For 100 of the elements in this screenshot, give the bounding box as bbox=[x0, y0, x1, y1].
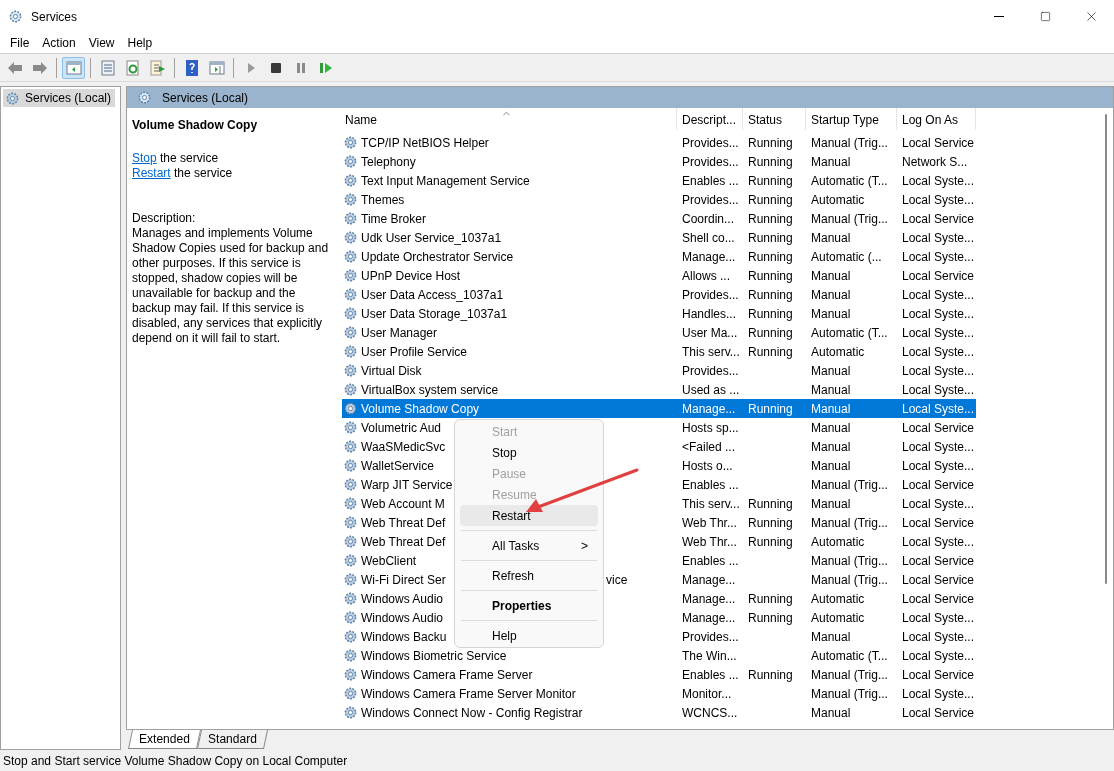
menu-item[interactable]: View bbox=[82, 33, 121, 53]
table-cell-text: Local Syste... bbox=[901, 305, 976, 323]
table-cell-text: Local Service bbox=[901, 210, 976, 228]
gear-icon bbox=[343, 154, 358, 169]
table-cell-text: Running bbox=[747, 495, 794, 513]
table-cell-text: Automatic bbox=[810, 191, 866, 209]
table-cell-text: Shell co... bbox=[681, 229, 736, 247]
service-name: Windows Camera Frame Server Monitor bbox=[361, 685, 576, 703]
table-cell-text: Allows ... bbox=[681, 267, 731, 285]
status-text: Stop and Start service Volume Shadow Copy on Local Computer bbox=[3, 752, 348, 770]
table-cell-text: Manage... bbox=[681, 248, 737, 266]
service-row[interactable]: Volume Shadow Copy Manage... Running Manual Local Syste... bbox=[342, 399, 976, 418]
column-header[interactable]: Status bbox=[743, 108, 806, 130]
table-cell-text: Web Thr... bbox=[681, 533, 738, 551]
menu-item[interactable]: Restart bbox=[460, 505, 598, 526]
service-name: Volumetric Aud bbox=[361, 419, 442, 437]
table-cell-text: Local Service bbox=[901, 134, 976, 152]
gear-icon bbox=[343, 420, 358, 435]
table-cell-text: Local Syste... bbox=[901, 400, 976, 418]
gear-icon bbox=[343, 135, 358, 150]
table-cell-text: Local Syste... bbox=[901, 324, 976, 342]
table-cell-text: Manual bbox=[810, 628, 852, 646]
gear-icon bbox=[343, 477, 358, 492]
table-cell-text: Running bbox=[747, 267, 794, 285]
column-header[interactable]: Descript... bbox=[677, 108, 743, 130]
menu-item[interactable]: Refresh bbox=[460, 565, 598, 586]
scrollbar[interactable] bbox=[1105, 114, 1107, 584]
gear-icon bbox=[343, 515, 358, 530]
table-cell-text: Manage... bbox=[681, 571, 737, 589]
service-name: Web Threat Def bbox=[361, 533, 446, 551]
gear-icon bbox=[343, 496, 358, 511]
menu-item[interactable]: Help bbox=[121, 33, 159, 53]
column-header[interactable]: Name bbox=[340, 108, 677, 130]
table-cell-text: Provides... bbox=[681, 191, 740, 209]
table-cell-text: Local Syste... bbox=[901, 172, 976, 190]
table-cell-text: Local Service bbox=[901, 267, 976, 285]
table-cell-text: Running bbox=[747, 305, 794, 323]
gear-icon bbox=[343, 268, 358, 283]
gear-icon bbox=[343, 439, 358, 454]
gear-icon bbox=[343, 591, 358, 606]
service-name: Web Account M bbox=[361, 495, 445, 513]
table-cell-text: Coordin... bbox=[681, 210, 736, 228]
view-tab[interactable]: Extended bbox=[128, 730, 201, 749]
table-cell-text: Automatic bbox=[810, 609, 866, 627]
gear-icon bbox=[343, 610, 358, 625]
gear-icon bbox=[343, 192, 358, 207]
table-cell-text: WCNCS... bbox=[681, 704, 739, 722]
table-cell-text: Local Service bbox=[901, 666, 976, 684]
table-cell-text: Enables ... bbox=[681, 666, 740, 684]
menu-item[interactable]: File bbox=[4, 33, 36, 53]
table-cell-text: Running bbox=[747, 609, 794, 627]
table-cell-text: Manual (Trig... bbox=[810, 134, 889, 152]
column-header[interactable]: Log On As bbox=[897, 108, 976, 130]
table-cell-text: Manual bbox=[810, 438, 852, 456]
table-cell-text: Local Syste... bbox=[901, 286, 976, 304]
table-cell-text: Local Service bbox=[901, 419, 976, 437]
action-link[interactable]: Stop bbox=[132, 151, 157, 165]
table-cell-text: Provides... bbox=[681, 134, 740, 152]
table-cell-text: The Win... bbox=[681, 647, 738, 665]
menu-item[interactable]: Properties bbox=[460, 595, 598, 616]
table-cell-text: User Ma... bbox=[681, 324, 739, 342]
menu-item[interactable]: Stop bbox=[460, 442, 598, 463]
help-icon bbox=[183, 59, 200, 76]
table-cell-text: Local Syste... bbox=[901, 457, 976, 475]
table-cell-text: Network S... bbox=[901, 153, 969, 171]
menu-item[interactable]: All Tasks > bbox=[460, 535, 598, 556]
menu-item[interactable]: Action bbox=[36, 33, 82, 53]
table-cell-text: Manage... bbox=[681, 590, 737, 608]
table-cell-text: Local Syste... bbox=[901, 609, 976, 627]
table-cell-text: Running bbox=[747, 400, 794, 418]
table-cell-text: Local Syste... bbox=[901, 362, 976, 380]
action-link[interactable]: Restart bbox=[132, 166, 171, 180]
gear-icon bbox=[343, 344, 358, 359]
table-cell-text: Enables ... bbox=[681, 172, 740, 190]
table-cell-text: Manual (Trig... bbox=[810, 210, 889, 228]
service-name: Text Input Management Service bbox=[361, 172, 530, 190]
table-cell-text: Web Thr... bbox=[681, 514, 738, 532]
service-name: Themes bbox=[361, 191, 405, 209]
table-cell-text: Local Syste... bbox=[901, 685, 976, 703]
service-name: Telephony bbox=[361, 153, 416, 171]
gear-icon bbox=[137, 90, 152, 105]
tree-item[interactable]: Services (Local) bbox=[3, 89, 116, 107]
service-title: Volume Shadow Copy bbox=[132, 117, 259, 134]
table-cell-text: Manual bbox=[810, 457, 852, 475]
table-cell-text: Local Service bbox=[901, 476, 976, 494]
menu-item[interactable]: Help bbox=[460, 625, 598, 646]
table-cell-text: Running bbox=[747, 590, 794, 608]
gear-icon bbox=[343, 705, 358, 720]
gear-icon bbox=[343, 648, 358, 663]
table-cell-text: Enables ... bbox=[681, 552, 740, 570]
table-cell-text: Local Syste... bbox=[901, 438, 976, 456]
table-cell-text: Manual (Trig... bbox=[810, 514, 889, 532]
column-header[interactable]: Startup Type bbox=[806, 108, 897, 130]
table-cell-text: Local Syste... bbox=[901, 381, 976, 399]
table-cell-text: Used as ... bbox=[681, 381, 741, 399]
table-cell-text: Manual bbox=[810, 267, 852, 285]
view-tab[interactable]: Standard bbox=[196, 730, 268, 749]
table-cell-text: Running bbox=[747, 172, 794, 190]
description-text: Manages and implements Volume Shadow Copies used for backup and other purposes. If this service is stopped, shadow copies will be unavailable for backup and the backup may fail. If this service is disabled, any services that explicitly depend on it will fail to start. bbox=[132, 226, 330, 346]
table-cell-text: Enables ... bbox=[681, 476, 740, 494]
